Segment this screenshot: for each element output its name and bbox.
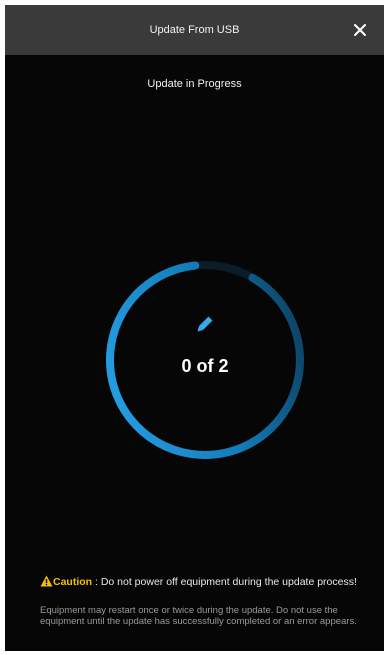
header-bar: Update From USB bbox=[5, 5, 384, 55]
warning-triangle-icon bbox=[40, 575, 53, 587]
caution-text: : Do not power off equipment during the … bbox=[92, 576, 357, 588]
progress-count: 0 of 2 bbox=[181, 356, 229, 376]
status-title: Update in Progress bbox=[147, 78, 242, 90]
close-button[interactable] bbox=[350, 20, 370, 40]
progress-ring: 0 of 2 bbox=[105, 260, 305, 460]
close-icon bbox=[354, 24, 366, 36]
pencil-icon bbox=[195, 314, 215, 334]
update-screen: Update From USB Update in Progress 0 of … bbox=[5, 5, 384, 651]
caution-label: Caution bbox=[53, 576, 93, 588]
caution-message: Caution : Do not power off equipment dur… bbox=[40, 575, 378, 589]
restart-note: Equipment may restart once or twice duri… bbox=[40, 605, 357, 627]
header-title: Update From USB bbox=[149, 24, 240, 36]
